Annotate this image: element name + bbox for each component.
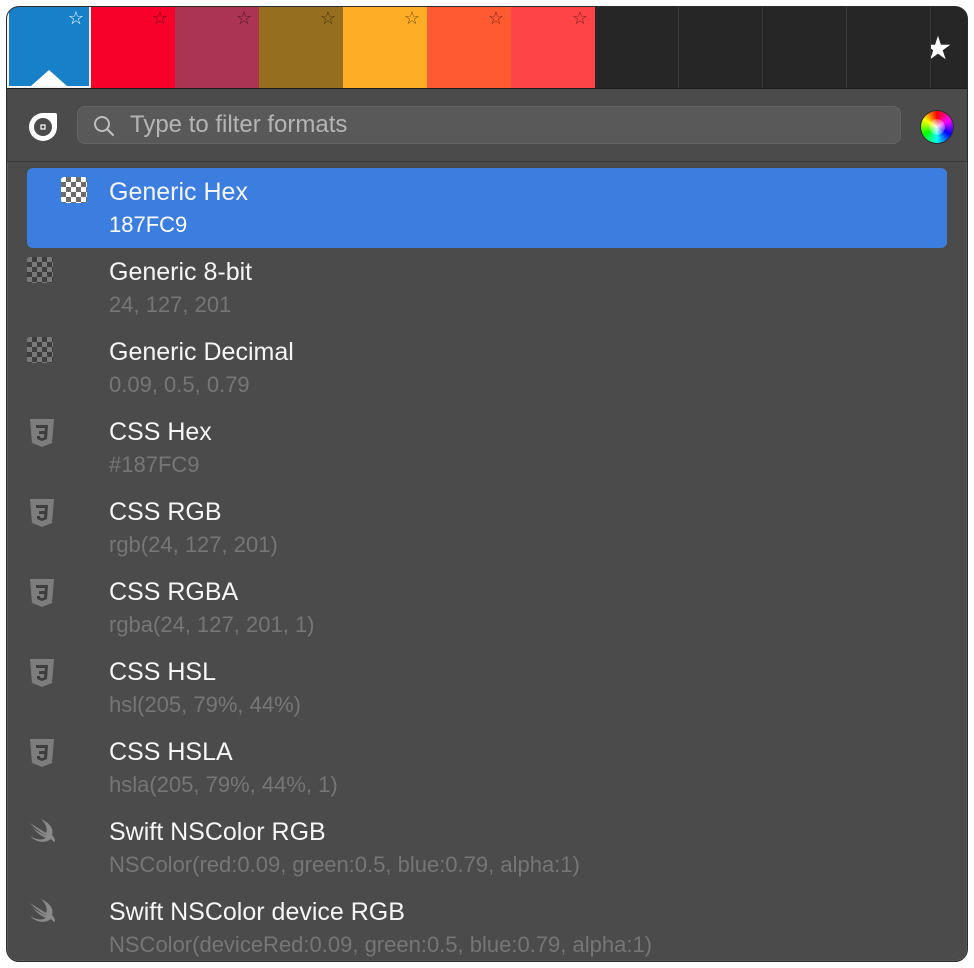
format-title: CSS HSLA — [109, 738, 233, 766]
format-row[interactable]: CSS Hex #187FC9 — [27, 408, 947, 488]
format-row[interactable]: Generic Decimal 0.09, 0.5, 0.79 — [27, 328, 947, 408]
format-value: NSColor(red:0.09, green:0.5, blue:0.79, … — [109, 852, 580, 877]
empty-swatch-slot[interactable] — [847, 7, 931, 88]
empty-swatch-slot[interactable] — [595, 7, 679, 88]
star-outline-icon[interactable]: ☆ — [320, 9, 336, 27]
format-value: rgb(24, 127, 201) — [109, 532, 278, 557]
star-outline-icon[interactable]: ☆ — [152, 9, 168, 27]
format-value: rgba(24, 127, 201, 1) — [109, 612, 315, 637]
color-swatch[interactable]: ☆ — [175, 7, 259, 88]
format-title: Swift NSColor RGB — [109, 818, 326, 846]
color-swatch[interactable]: ☆ — [259, 7, 343, 88]
format-title: Generic Hex — [109, 178, 248, 206]
empty-swatch-slot[interactable] — [679, 7, 763, 88]
format-row[interactable]: Generic 8-bit 24, 127, 201 — [27, 248, 947, 328]
checkerboard-icon — [27, 337, 57, 367]
format-row[interactable]: Generic Hex 187FC9 — [27, 168, 947, 248]
star-outline-icon[interactable]: ☆ — [572, 9, 588, 27]
format-row[interactable]: CSS HSL hsl(205, 79%, 44%) — [27, 648, 947, 728]
color-swatch[interactable]: ☆ — [7, 7, 91, 88]
checkerboard-icon — [27, 257, 57, 287]
format-value: hsla(205, 79%, 44%, 1) — [109, 772, 338, 797]
format-value: NSColor(deviceRed:0.09, green:0.5, blue:… — [109, 932, 653, 957]
format-title: CSS RGB — [109, 498, 222, 526]
search-row — [7, 89, 967, 162]
css3-icon — [27, 417, 57, 447]
checkerboard-icon — [61, 177, 91, 207]
selected-swatch-notch — [31, 70, 67, 86]
format-row[interactable]: CSS RGBA rgba(24, 127, 201, 1) — [27, 568, 947, 648]
color-swatch[interactable]: ☆ — [343, 7, 427, 88]
format-row[interactable]: Swift NSColor RGB NSColor(red:0.09, green… — [27, 808, 947, 888]
format-value: 187FC9 — [109, 212, 188, 237]
format-value: hsl(205, 79%, 44%) — [109, 692, 301, 717]
format-title: CSS Hex — [109, 418, 212, 446]
color-swatch[interactable]: ☆ — [427, 7, 511, 88]
format-title: CSS RGBA — [109, 578, 239, 606]
format-value: #187FC9 — [109, 452, 200, 477]
format-row[interactable]: CSS HSLA hsla(205, 79%, 44%, 1) — [27, 728, 947, 808]
format-title: Generic Decimal — [109, 338, 294, 366]
color-wheel-icon[interactable] — [921, 111, 953, 143]
css3-icon — [27, 577, 57, 607]
css3-icon — [27, 737, 57, 767]
color-swatch[interactable]: ☆ — [511, 7, 595, 88]
format-row[interactable]: Swift NSColor device RGB NSColor(deviceRe… — [27, 888, 947, 961]
search-icon — [94, 116, 115, 137]
css3-icon — [27, 657, 57, 687]
format-row[interactable]: CSS RGB rgb(24, 127, 201) — [27, 488, 947, 568]
picker-app-icon[interactable] — [27, 111, 59, 143]
format-title: CSS HSL — [109, 658, 216, 686]
css3-icon — [27, 497, 57, 527]
format-title: Swift NSColor device RGB — [109, 898, 405, 926]
color-format-popover: ★ ☆☆☆☆☆☆☆ Generic Hex187FC9Generic 8-bit… — [6, 6, 968, 962]
search-field[interactable] — [77, 106, 901, 144]
format-value: 0.09, 0.5, 0.79 — [109, 372, 250, 397]
color-swatch[interactable]: ☆ — [91, 7, 175, 88]
search-input[interactable] — [130, 107, 890, 143]
star-outline-icon[interactable]: ☆ — [236, 9, 252, 27]
star-outline-icon[interactable]: ☆ — [404, 9, 420, 27]
swift-icon — [27, 817, 57, 847]
empty-swatch-slot[interactable] — [763, 7, 847, 88]
swift-icon — [27, 897, 57, 927]
star-outline-icon[interactable]: ☆ — [68, 9, 84, 27]
format-title: Generic 8-bit — [109, 258, 253, 286]
star-outline-icon[interactable]: ☆ — [488, 9, 504, 27]
format-value: 24, 127, 201 — [109, 292, 232, 317]
swatch-bar: ★ ☆ ☆ ☆ ☆ ☆ ☆ ☆ — [7, 7, 967, 89]
